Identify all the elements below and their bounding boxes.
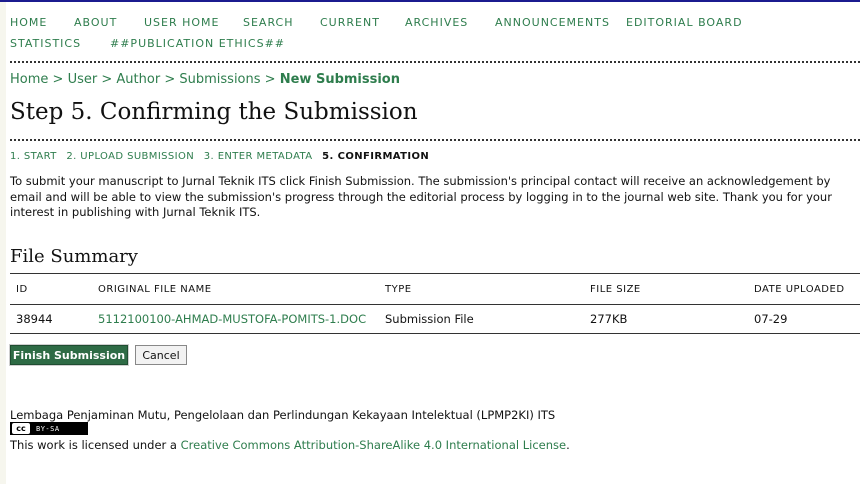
step-enter-metadata[interactable]: 3. ENTER METADATA [204,151,313,162]
cc-icon: cc [12,423,30,434]
nav-announcements[interactable]: ANNOUNCEMENTS [495,16,610,29]
title-divider [10,139,860,141]
license-suffix: . [566,438,570,452]
file-date-uploaded: 07-29 [748,304,860,334]
column-file-size: FILE SIZE [584,273,748,305]
nav-editorial-board[interactable]: EDITORIAL BOARD [626,16,743,29]
page-title: Step 5. Confirming the Submission [10,99,418,125]
nav-current[interactable]: CURRENT [320,16,380,29]
file-type: Submission File [379,304,584,334]
nav-search[interactable]: SEARCH [243,16,294,29]
step-confirmation: 5. CONFIRMATION [322,151,430,162]
file-summary-table: ID ORIGINAL FILE NAME TYPE FILE SIZE DAT… [10,273,860,334]
file-name-cell: 5112100100-AHMAD-MUSTOFA-POMITS-1.DOC [92,304,379,334]
license-prefix: This work is licensed under a [10,438,177,452]
breadcrumb: Home > User > Author > Submissions > New… [10,72,400,87]
table-row: 38944 5112100100-AHMAD-MUSTOFA-POMITS-1.… [10,304,860,334]
cc-badge-label: BY-SA [36,424,60,433]
left-strip [0,2,6,484]
nav-statistics[interactable]: STATISTICS [10,37,81,50]
nav-home[interactable]: HOME [10,16,47,29]
breadcrumb-separator: > [264,72,276,87]
file-size: 277KB [584,304,748,334]
nav-user-home[interactable]: USER HOME [144,16,220,29]
nav-archives[interactable]: ARCHIVES [405,16,468,29]
breadcrumb-submissions[interactable]: Submissions [179,72,260,87]
file-summary-title: File Summary [10,246,138,267]
table-header-row: ID ORIGINAL FILE NAME TYPE FILE SIZE DAT… [10,273,860,305]
cc-license-badge[interactable]: cc BY-SA [10,422,88,435]
cancel-button[interactable]: Cancel [135,345,187,365]
breadcrumb-separator: > [101,72,113,87]
submission-steps: 1. START 2. UPLOAD SUBMISSION 3. ENTER M… [10,151,435,162]
step-upload-submission[interactable]: 2. UPLOAD SUBMISSION [66,151,194,162]
column-type: TYPE [379,273,584,305]
column-date-uploaded: DATE UPLOADED [748,273,860,305]
breadcrumb-user[interactable]: User [68,72,98,87]
footer-institution: Lembaga Penjaminan Mutu, Pengelolaan dan… [10,408,556,422]
file-id: 38944 [10,304,92,334]
license-link[interactable]: Creative Commons Attribution-ShareAlike … [181,438,566,452]
nav-publication-ethics[interactable]: ##PUBLICATION ETHICS## [110,37,285,50]
breadcrumb-author[interactable]: Author [116,72,160,87]
file-name-link[interactable]: 5112100100-AHMAD-MUSTOFA-POMITS-1.DOC [98,312,366,326]
finish-submission-button[interactable]: Finish Submission [9,344,129,366]
intro-text: To submit your manuscript to Jurnal Tekn… [10,174,832,219]
breadcrumb-separator: > [164,72,176,87]
main-navigation: HOME ABOUT USER HOME SEARCH CURRENT ARCH… [10,0,860,60]
breadcrumb-home[interactable]: Home [10,72,48,87]
breadcrumb-separator: > [52,72,64,87]
nav-divider [10,61,860,63]
breadcrumb-current[interactable]: New Submission [280,72,400,87]
license-text: This work is licensed under a Creative C… [10,438,570,452]
page-content: HOME ABOUT USER HOME SEARCH CURRENT ARCH… [9,0,860,452]
nav-about[interactable]: ABOUT [74,16,117,29]
column-id: ID [10,273,92,305]
step-start[interactable]: 1. START [10,151,57,162]
column-original-file-name: ORIGINAL FILE NAME [92,273,379,305]
